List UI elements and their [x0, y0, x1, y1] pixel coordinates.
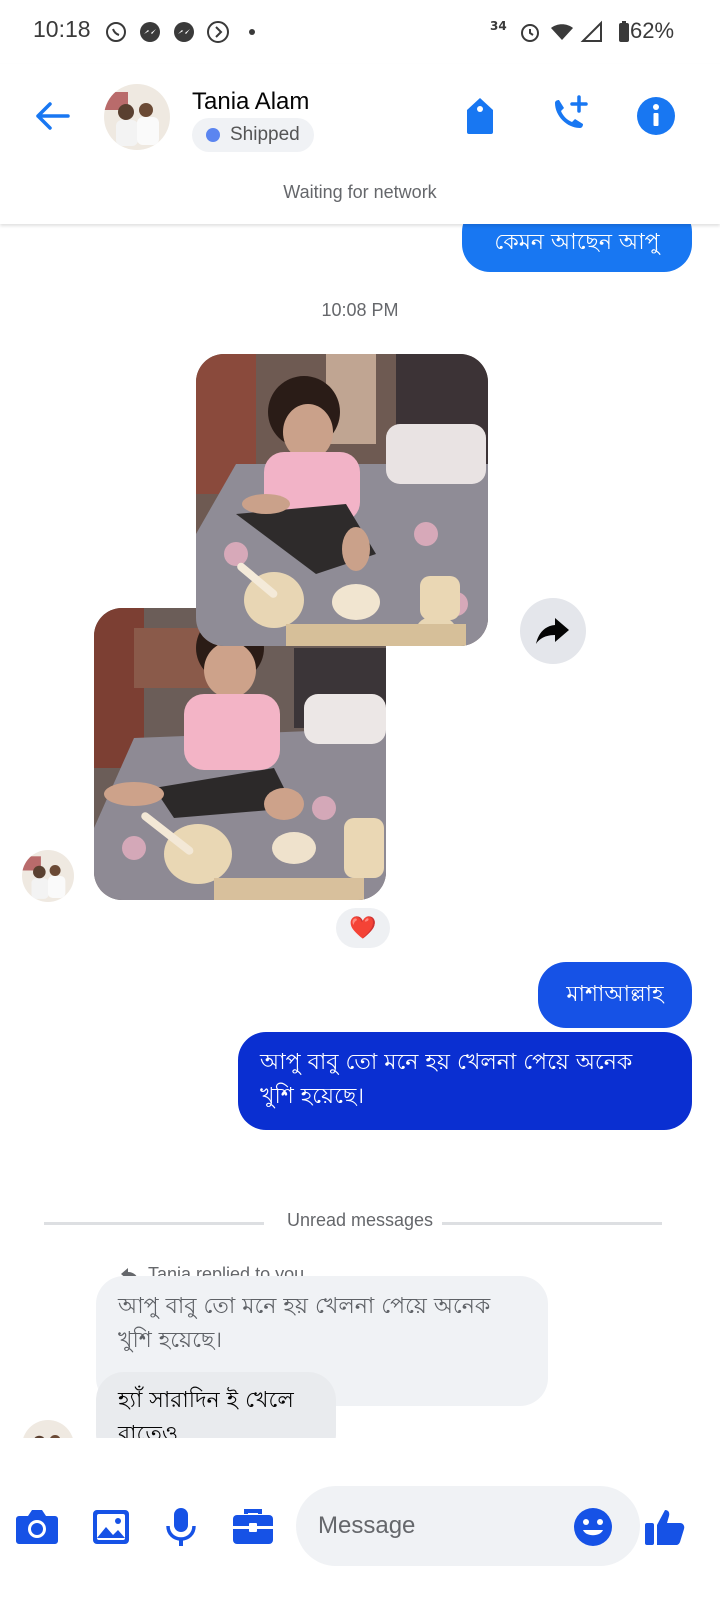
- message-text-line: রাতেও: [118, 1422, 179, 1438]
- photo-child-playing: [94, 608, 386, 900]
- message-text-line: খুশি হয়েছে।: [260, 1084, 365, 1109]
- message-clip-region: হ্যাঁ সারাদিন ই খেলে রাতেও: [0, 1372, 720, 1438]
- heart-reaction[interactable]: ❤️: [336, 908, 390, 948]
- wifi-icon: [551, 24, 573, 40]
- messenger-icon: [140, 22, 160, 42]
- shared-photo[interactable]: [196, 354, 488, 646]
- avatar-photo: [104, 84, 170, 150]
- info-icon: [637, 97, 675, 135]
- like-button[interactable]: [640, 1502, 690, 1552]
- signal-icon: [580, 20, 602, 42]
- battery-level: 62%: [630, 18, 675, 43]
- thumbs-up-icon: [645, 1510, 685, 1545]
- camera-icon: [16, 1510, 58, 1544]
- status-chip[interactable]: Shipped: [192, 118, 314, 152]
- message-text-line: খুশি হয়েছে।: [118, 1328, 223, 1353]
- whatsapp-icon: [106, 22, 126, 42]
- briefcase-icon: [233, 1509, 273, 1544]
- message-text: মাশাআল্লাহ: [566, 982, 664, 1007]
- info-button[interactable]: [632, 92, 680, 140]
- contact-avatar[interactable]: [104, 84, 170, 150]
- message-text-line: হ্যাঁ সারাদিন ই খেলে: [118, 1388, 294, 1413]
- message-text: কেমন আছেন আপু: [494, 230, 660, 255]
- message-timestamp: 10:08 PM: [321, 300, 399, 320]
- smiley-icon: [574, 1508, 612, 1546]
- message-bubble-incoming[interactable]: হ্যাঁ সারাদিন ই খেলে রাতেও: [96, 1372, 336, 1438]
- play-icon: [207, 21, 229, 43]
- back-button[interactable]: [28, 92, 76, 140]
- voice-button[interactable]: [156, 1502, 206, 1552]
- avatar-photo: [22, 1420, 74, 1438]
- share-arrow-icon: [536, 618, 569, 644]
- data-badge-icon: 34: [490, 19, 507, 33]
- alarm-icon: [521, 24, 539, 42]
- network-status: Waiting for network: [283, 182, 437, 202]
- briefcase-button[interactable]: [228, 1502, 278, 1552]
- sender-avatar[interactable]: [22, 850, 74, 902]
- shared-photo[interactable]: [94, 608, 386, 900]
- gallery-button[interactable]: [86, 1502, 136, 1552]
- message-bubble-outgoing[interactable]: মাশাআল্লাহ: [538, 962, 692, 1028]
- tag-button[interactable]: [456, 92, 504, 140]
- message-text-line: আপু বাবু তো মনে হয় খেলনা পেয়ে অনেক: [118, 1294, 491, 1319]
- message-composer: [0, 1468, 720, 1600]
- add-call-button[interactable]: [546, 92, 594, 140]
- chat-header: Tania Alam Shipped Waiting for network: [0, 64, 720, 224]
- heart-icon: ❤️: [349, 915, 377, 941]
- sender-avatar[interactable]: [22, 1420, 74, 1438]
- photo-child-playing: [196, 354, 488, 646]
- share-button[interactable]: [520, 598, 586, 664]
- status-chip-label: Shipped: [230, 124, 300, 145]
- contact-name[interactable]: Tania Alam: [192, 88, 309, 116]
- camera-button[interactable]: [12, 1502, 62, 1552]
- dot-icon: [249, 29, 255, 35]
- message-text-line: আপু বাবু তো মনে হয় খেলনা পেয়ে অনেক: [260, 1050, 633, 1075]
- phone-plus-icon: [555, 95, 588, 128]
- status-time: 10:18: [33, 16, 91, 42]
- messenger-icon: [174, 22, 194, 42]
- unread-divider-label: Unread messages: [286, 1210, 434, 1230]
- status-dot: [206, 128, 220, 142]
- status-bar: 10:18 34 62%: [0, 0, 720, 64]
- avatar-photo: [22, 850, 74, 902]
- message-bubble-outgoing[interactable]: আপু বাবু তো মনে হয় খেলনা পেয়ে অনেক খুশ…: [238, 1032, 692, 1130]
- emoji-button[interactable]: [568, 1502, 618, 1552]
- tag-icon: [467, 98, 493, 134]
- image-icon: [93, 1510, 129, 1544]
- microphone-icon: [166, 1508, 196, 1546]
- back-arrow-icon: [36, 102, 70, 130]
